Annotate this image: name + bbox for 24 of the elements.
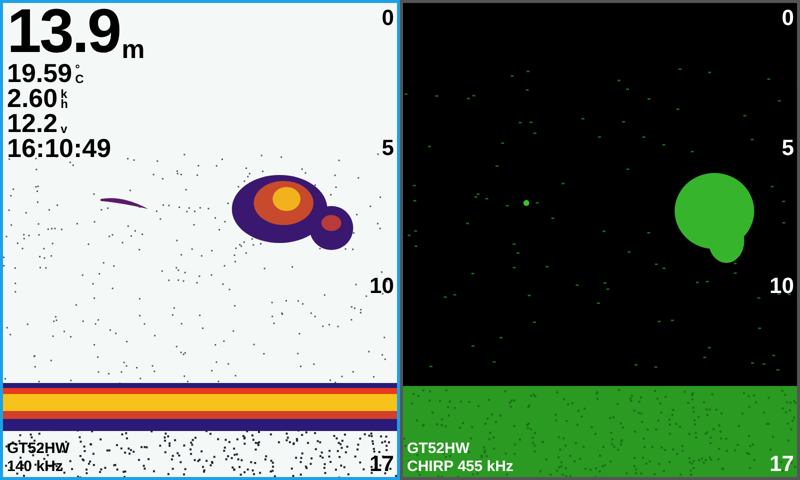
- sonar-pane[interactable]: 0 5 10 17 GT52HW CHIRP 455 kHz: [400, 0, 800, 480]
- unit-label: h: [60, 99, 68, 109]
- depth-unit: m: [122, 37, 145, 61]
- depth-scale-label: 0: [382, 4, 394, 32]
- depth-reading: 13.9: [7, 3, 120, 61]
- depth-scale-label: 17: [770, 450, 794, 477]
- unit-label: C: [75, 74, 84, 84]
- sensor-reading: 2.60: [7, 85, 58, 111]
- unit-label: °: [75, 64, 80, 74]
- transducer-label: GT52HW: [407, 440, 471, 458]
- depth-scale-label: 17: [370, 450, 394, 477]
- sensor-reading: 19.59: [7, 60, 72, 86]
- depth-scale-label: 5: [382, 134, 394, 162]
- sensor-reading: 16:10:49: [7, 135, 112, 161]
- unit-label: v: [60, 124, 68, 134]
- depth-scale-label: 0: [782, 4, 794, 32]
- depth-scale-label: 5: [782, 134, 794, 162]
- depth-scale-label: 10: [770, 272, 794, 300]
- unit-label: k: [60, 89, 68, 99]
- frequency-label: 140 kHz: [7, 458, 64, 476]
- transducer-label: GT52HW: [7, 440, 70, 458]
- sensor-reading: 12.2: [7, 110, 58, 136]
- frequency-label: CHIRP 455 kHz: [407, 458, 514, 476]
- depth-scale-label: 10: [370, 272, 394, 300]
